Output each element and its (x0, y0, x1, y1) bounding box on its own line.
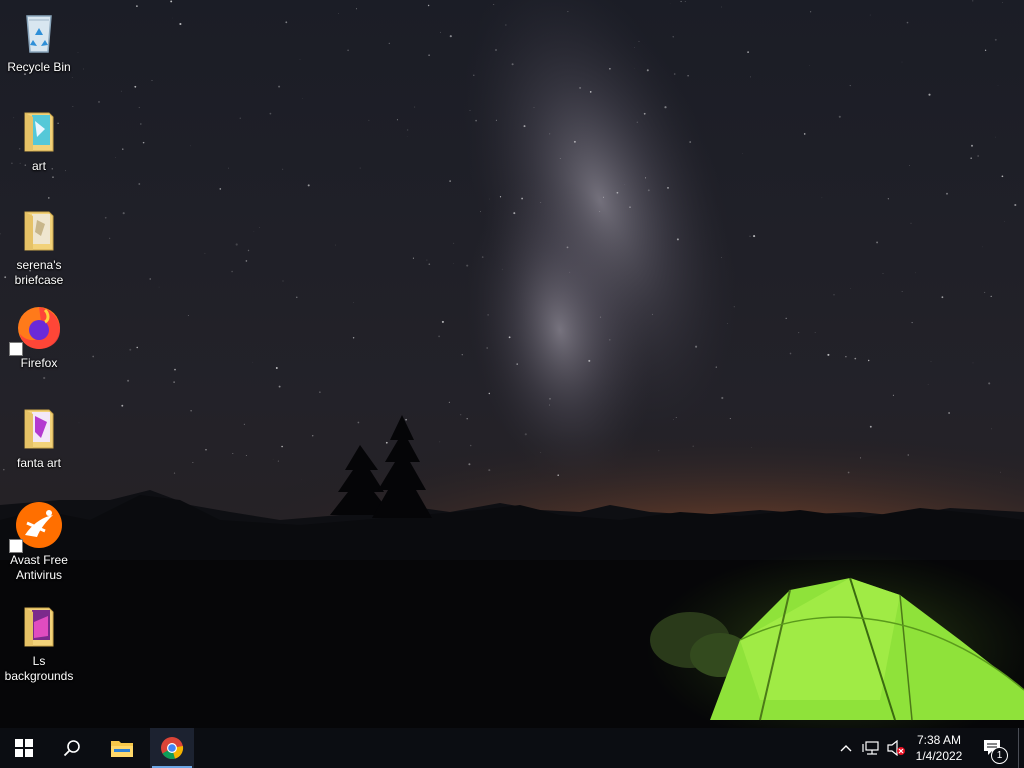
desktop-icon-label: Recycle Bin (7, 60, 71, 74)
notification-count-badge: 1 (991, 747, 1008, 764)
folder-icon (15, 206, 63, 254)
show-hidden-icons-button[interactable] (836, 728, 856, 768)
clock-date: 1/4/2022 (915, 749, 963, 763)
network-button[interactable] (860, 728, 882, 768)
taskbar: 7:38 AM 1/4/2022 1 (0, 728, 1024, 768)
desktop-icon-label: serena's briefcase (14, 258, 64, 287)
firefox-icon (9, 304, 63, 356)
desktop-icon-avast[interactable]: Avast Free Antivirus (0, 501, 78, 583)
clock[interactable]: 7:38 AM 1/4/2022 (910, 728, 968, 768)
desktop-icon-label: art (31, 159, 46, 173)
desktop-icon-firefox[interactable]: Firefox (0, 304, 78, 371)
desktop-icon-label: Avast Free Antivirus (10, 553, 68, 582)
shortcut-arrow-icon (9, 539, 23, 553)
taskbar-chrome[interactable] (150, 728, 194, 768)
desktop-wallpaper (0, 0, 1024, 728)
network-icon (862, 741, 879, 755)
chrome-icon (161, 737, 184, 760)
start-icon (15, 739, 33, 757)
folder-icon (15, 404, 63, 452)
avast-icon (9, 501, 63, 553)
desktop-icon-recycle-bin[interactable]: Recycle Bin (0, 8, 78, 75)
desktop-icon-label: fanta art (16, 456, 62, 470)
shortcut-arrow-icon (9, 342, 23, 356)
desktop-icon-ls-backgrounds[interactable]: Ls backgrounds (0, 602, 78, 684)
desktop-icon-label: Firefox (20, 356, 58, 370)
search-button[interactable] (48, 728, 96, 768)
volume-muted-icon (887, 740, 905, 756)
show-desktop-divider[interactable] (1018, 728, 1019, 768)
action-center-button[interactable]: 1 (976, 728, 1010, 768)
folder-icon (15, 107, 63, 155)
desktop-icon-art[interactable]: art (0, 107, 78, 174)
folder-icon (15, 602, 63, 650)
search-icon (63, 740, 80, 757)
file-explorer-icon (111, 741, 133, 757)
desktop-icon-fanta-art[interactable]: fanta art (0, 404, 78, 471)
start-button[interactable] (0, 728, 48, 768)
chevron-up-icon (840, 745, 852, 752)
desktop-icon-serenas-briefcase[interactable]: serena's briefcase (0, 206, 78, 288)
recycle-bin-icon (15, 8, 63, 56)
taskbar-file-explorer[interactable] (98, 728, 146, 768)
volume-button[interactable] (884, 728, 908, 768)
desktop-icon-label: Ls backgrounds (4, 654, 74, 683)
clock-time: 7:38 AM (916, 733, 962, 747)
